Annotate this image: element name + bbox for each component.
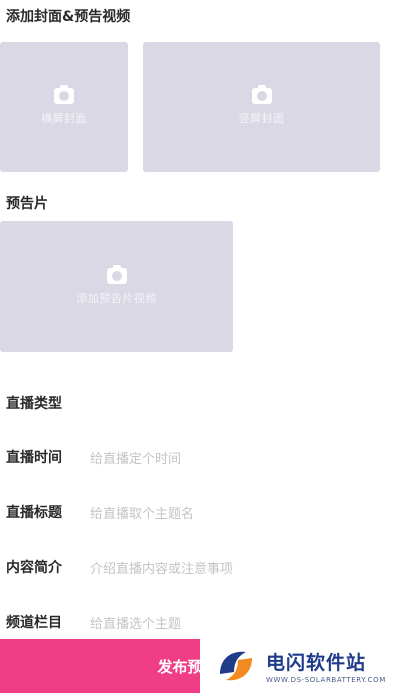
watermark-url: WWW.DS-SOLARBATTERY.COM [266, 676, 386, 684]
live-type-row[interactable]: 直播类型 [6, 389, 400, 417]
live-time-row[interactable]: 直播时间 给直播定个时间 [6, 443, 400, 471]
live-time-field[interactable]: 给直播定个时间 [90, 448, 181, 467]
vertical-cover-upload[interactable]: 竖屏封面 [143, 42, 380, 172]
trailer-upload-label: 添加预告片视频 [76, 291, 157, 305]
channel-label: 频道栏目 [6, 615, 62, 631]
cover-upload[interactable]: 横屏封面 [0, 42, 128, 172]
trailer-upload[interactable]: 添加预告片视频 [0, 221, 233, 352]
vertical-cover-upload-label: 竖屏封面 [238, 112, 285, 125]
live-title-field[interactable]: 给直播取个主题名 [90, 503, 194, 522]
watermark: 电闪软件站 WWW.DS-SOLARBATTERY.COM [200, 639, 400, 693]
watermark-title: 电闪软件站 [266, 652, 367, 674]
live-title-label: 直播标题 [6, 505, 62, 521]
publish-button-label: 发布预 [157, 657, 203, 676]
channel-row[interactable]: 频道栏目 给直播选个主题 [6, 608, 400, 636]
camera-icon [251, 85, 272, 104]
live-type-label: 直播类型 [6, 396, 62, 412]
live-time-label: 直播时间 [6, 450, 62, 466]
channel-field[interactable]: 给直播选个主题 [90, 613, 181, 632]
intro-row[interactable]: 内容简介 介绍直播内容或注意事项 [6, 553, 400, 581]
intro-label: 内容简介 [6, 560, 62, 576]
trailer-section-title: 预告片 [6, 196, 48, 212]
intro-field[interactable]: 介绍直播内容或注意事项 [90, 558, 233, 577]
camera-icon [106, 264, 127, 284]
cover-section-title: 添加封面&预告视频 [6, 9, 131, 25]
live-title-row[interactable]: 直播标题 给直播取个主题名 [6, 498, 400, 526]
camera-icon [54, 85, 74, 104]
site-logo-icon [220, 651, 252, 681]
cover-upload-label: 横屏封面 [41, 112, 87, 125]
